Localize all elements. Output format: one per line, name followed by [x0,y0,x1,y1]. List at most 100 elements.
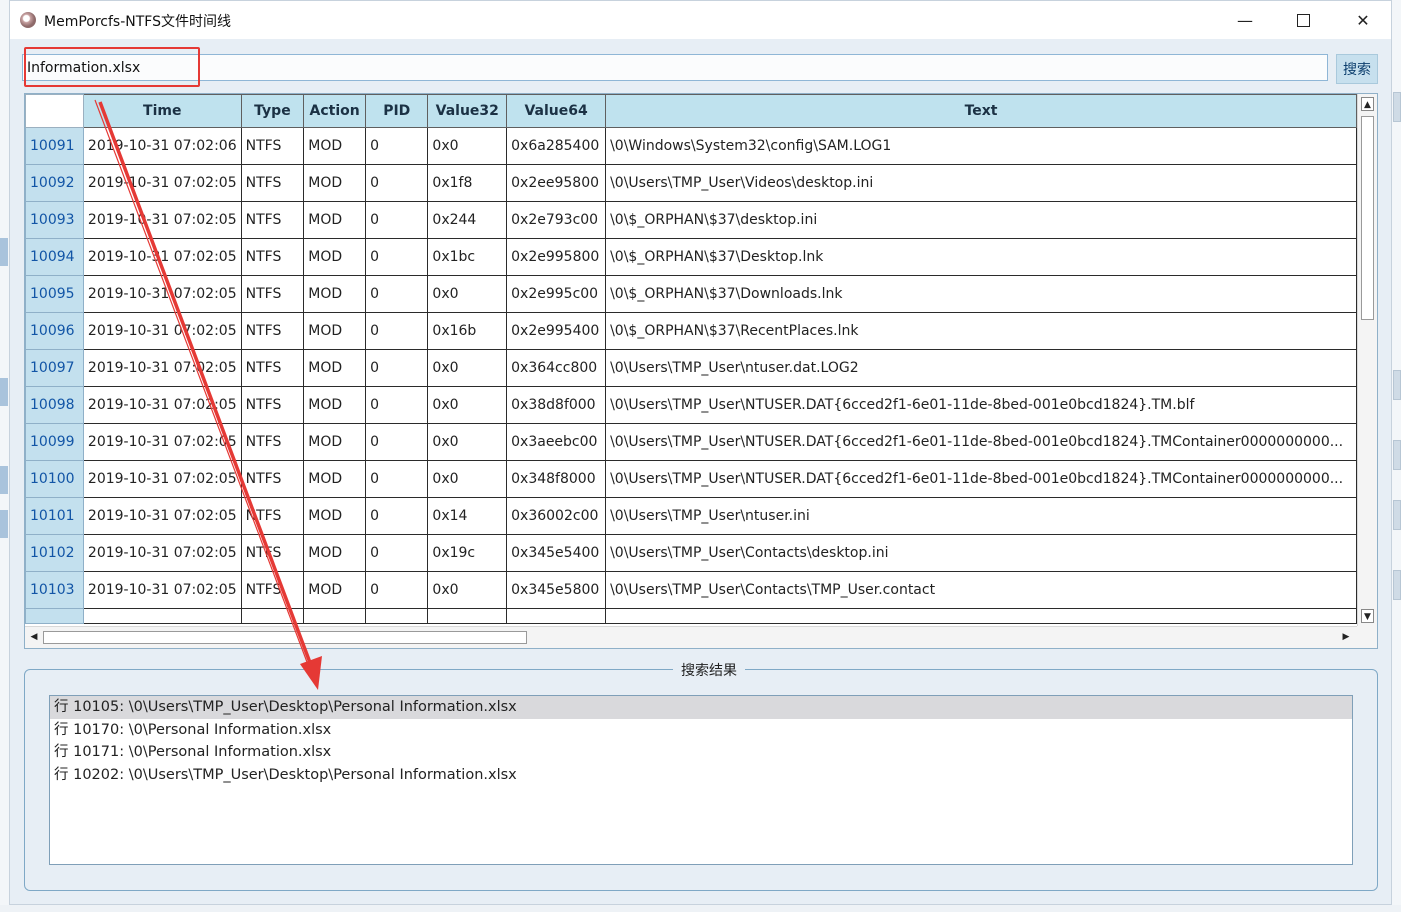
column-header-value32[interactable]: Value32 [427,94,508,128]
cell-text[interactable]: \0\Users\TMP_User\Contacts\TMP_User.cont… [605,571,1357,609]
table-row[interactable]: 10103 2019-10-31 07:02:05 NTFS MOD 0 0x0 0x345… [25,571,1357,609]
cell-time[interactable]: 2019-10-31 07:02:05 [82,460,242,498]
cell-action[interactable]: MOD [303,312,367,350]
vertical-scroll-thumb[interactable] [1361,116,1374,320]
cell-type[interactable]: NTFS [240,127,305,165]
table-row[interactable]: 10093 2019-10-31 07:02:05 NTFS MOD 0 0x244 0x2… [25,201,1357,239]
column-header-text[interactable]: Text [605,94,1357,128]
cell-text[interactable]: \0\$_ORPHAN\$37\RecentPlaces.lnk [605,312,1357,350]
scroll-left-icon[interactable]: ◀ [27,631,41,644]
cell-type[interactable]: NTFS [240,423,305,461]
column-header-time[interactable]: Time [82,94,242,128]
cell-pid[interactable]: 0 [365,275,429,313]
cell-time[interactable]: 2019-10-31 07:02:05 [82,275,242,313]
cell-time[interactable]: 2019-10-31 07:02:05 [82,201,242,239]
cell-action[interactable]: MOD [303,201,367,239]
cell-pid[interactable]: 0 [365,460,429,498]
cell-pid[interactable]: 0 [365,201,429,239]
column-header-pid[interactable]: PID [365,94,429,128]
cell-pid[interactable]: 0 [365,386,429,424]
cell-pid[interactable]: 0 [365,423,429,461]
scroll-down-icon[interactable]: ▼ [1361,609,1374,623]
cell-type[interactable]: NTFS [240,571,305,609]
cell-v64[interactable]: 0x2e995800 [506,238,607,276]
cell-type[interactable]: NTFS [240,312,305,350]
cell-time[interactable]: 2019-10-31 07:02:05 [82,386,242,424]
table-row[interactable]: 10099 2019-10-31 07:02:05 NTFS MOD 0 0x0 0x3ae… [25,423,1357,461]
table-row[interactable]: 10094 2019-10-31 07:02:05 NTFS MOD 0 0x1bc 0x2… [25,238,1357,276]
cell-type[interactable]: NTFS [240,238,305,276]
cell-v64[interactable]: 0x2ee95800 [506,164,607,202]
cell-v64[interactable]: 0x36002c00 [506,497,607,535]
cell-v32[interactable]: 0x0 [427,127,508,165]
search-button[interactable]: 搜索 [1336,54,1378,84]
cell-v32[interactable]: 0x0 [427,571,508,609]
cell-type[interactable]: NTFS [240,497,305,535]
table-row[interactable]: 10091 2019-10-31 07:02:06 NTFS MOD 0 0x0 0x6a2… [25,127,1357,165]
cell-v32[interactable]: 0x0 [427,275,508,313]
cell-v64[interactable]: 0x345e5800 [506,571,607,609]
cell-text[interactable]: \0\Users\TMP_User\ntuser.dat.LOG2 [605,349,1357,387]
maximize-button[interactable] [1274,1,1332,39]
cell-text[interactable]: \0\Users\TMP_User\NTUSER.DAT{6cced2f1-6e… [605,423,1357,461]
cell-time[interactable]: 2019-10-31 07:02:05 [82,423,242,461]
cell-type[interactable]: NTFS [240,460,305,498]
cell-v64[interactable]: 0x345e5400 [506,534,607,572]
cell-v64[interactable]: 0x6a285400 [506,127,607,165]
table-row[interactable]: 10098 2019-10-31 07:02:05 NTFS MOD 0 0x0 0x38d… [25,386,1357,424]
cell-v32[interactable]: 0x14 [427,497,508,535]
table-row[interactable]: 10096 2019-10-31 07:02:05 NTFS MOD 0 0x16b 0x2… [25,312,1357,350]
cell-v32[interactable]: 0x0 [427,423,508,461]
row-header[interactable]: 10097 [25,349,84,387]
search-input[interactable] [27,58,1317,78]
cell-action[interactable]: MOD [303,275,367,313]
cell-type[interactable]: NTFS [240,349,305,387]
cell-time[interactable]: 2019-10-31 07:02:06 [82,127,242,165]
cell-v64[interactable]: 0x38d8f000 [506,386,607,424]
cell-v32[interactable]: 0x244 [427,201,508,239]
search-results-list[interactable]: 行 10105: \0\Users\TMP_User\Desktop\Perso… [49,695,1353,865]
search-field[interactable] [22,54,1328,81]
table-row[interactable]: 10092 2019-10-31 07:02:05 NTFS MOD 0 0x1f8 0x2… [25,164,1357,202]
cell-text[interactable]: \0\Users\TMP_User\NTUSER.DAT{6cced2f1-6e… [605,386,1357,424]
scroll-right-icon[interactable]: ▶ [1339,631,1353,644]
row-header[interactable]: 10101 [25,497,84,535]
cell-action[interactable]: MOD [303,349,367,387]
cell-v32[interactable]: 0x16b [427,312,508,350]
cell-action[interactable]: MOD [303,571,367,609]
cell-text[interactable]: \0\Windows\System32\config\SAM.LOG1 [605,127,1357,165]
column-header-value64[interactable]: Value64 [506,94,607,128]
cell-pid[interactable]: 0 [365,312,429,350]
cell-action[interactable]: MOD [303,164,367,202]
result-item[interactable]: 行 10170: \0\Personal Information.xlsx [50,719,1352,742]
horizontal-scrollbar[interactable]: ◀ ▶ [25,626,1357,648]
cell-v64[interactable]: 0x2e793c00 [506,201,607,239]
cell-time[interactable]: 2019-10-31 07:02:05 [82,534,242,572]
cell-text[interactable]: \0\Users\TMP_User\Videos\desktop.ini [605,164,1357,202]
cell-pid[interactable]: 0 [365,238,429,276]
row-header[interactable]: 10100 [25,460,84,498]
cell-text[interactable]: \0\$_ORPHAN\$37\Downloads.lnk [605,275,1357,313]
horizontal-scroll-thumb[interactable] [43,631,527,644]
row-header[interactable]: 10099 [25,423,84,461]
row-header[interactable]: 10102 [25,534,84,572]
cell-v32[interactable]: 0x1bc [427,238,508,276]
cell-v64[interactable]: 0x348f8000 [506,460,607,498]
cell-pid[interactable]: 0 [365,571,429,609]
cell-text[interactable]: \0\Users\TMP_User\Contacts\desktop.ini [605,534,1357,572]
row-header[interactable]: 10092 [25,164,84,202]
cell-action[interactable]: MOD [303,423,367,461]
cell-action[interactable]: MOD [303,460,367,498]
cell-time[interactable]: 2019-10-31 07:02:05 [82,164,242,202]
cell-v32[interactable]: 0x0 [427,349,508,387]
cell-type[interactable]: NTFS [240,386,305,424]
cell-text[interactable]: \0\$_ORPHAN\$37\Desktop.lnk [605,238,1357,276]
cell-time[interactable]: 2019-10-31 07:02:05 [82,571,242,609]
vertical-scrollbar[interactable]: ▲ ▼ [1357,94,1377,626]
cell-type[interactable]: NTFS [240,275,305,313]
scroll-up-icon[interactable]: ▲ [1361,97,1374,111]
cell-action[interactable]: MOD [303,127,367,165]
row-header[interactable]: 10094 [25,238,84,276]
cell-v32[interactable]: 0x1f8 [427,164,508,202]
cell-pid[interactable]: 0 [365,534,429,572]
